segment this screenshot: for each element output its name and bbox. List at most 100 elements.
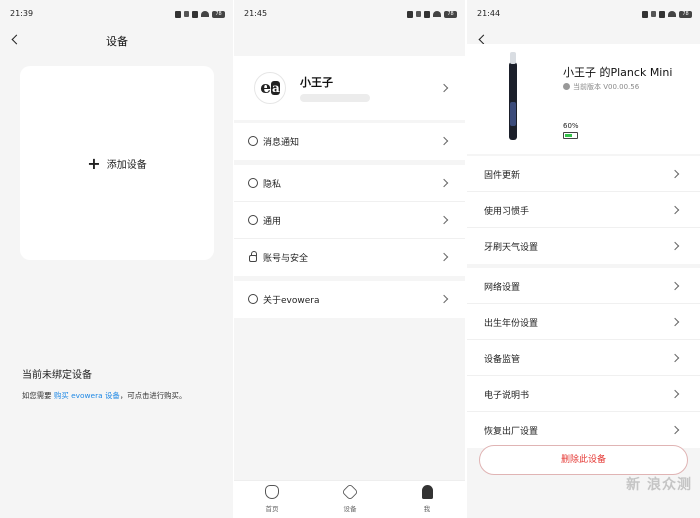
device-hex-icon (341, 483, 359, 501)
menu-item-label: 固件更新 (484, 171, 521, 181)
chevron-right-icon (439, 178, 449, 188)
chevron-right-icon (670, 425, 680, 435)
tooth-icon (265, 485, 279, 499)
back-button[interactable] (9, 32, 25, 48)
menu-item-firmware-update[interactable]: 固件更新 (467, 156, 700, 192)
menu-item-label: 电子说明书 (484, 391, 530, 401)
nfc-icon (407, 10, 413, 18)
tab-me[interactable]: 我 (407, 485, 447, 513)
battery-icon: 78 (444, 10, 457, 18)
chevron-right-icon (439, 136, 449, 146)
avatar: ea (254, 72, 286, 104)
status-time: 21:45 (244, 9, 268, 18)
tab-label: 设备 (343, 505, 357, 513)
unbound-title: 当前未绑定设备 (22, 370, 92, 381)
device-settings-screen: 21:44 78 小王子 的Planck Mini 当前版本 V00.00.56… (467, 0, 700, 518)
menu-item-general[interactable]: 通用 (234, 202, 465, 239)
purchase-link[interactable]: 购买 evowera 设备 (54, 391, 120, 400)
status-bar: 21:45 78 (244, 8, 457, 22)
device-battery-icon (563, 132, 578, 139)
menu-group-settings: 隐私 通用 账号与安全 (234, 165, 465, 276)
menu-item-label: 牙刷天气设置 (484, 243, 539, 253)
menu-item-label: 隐私 (263, 180, 282, 190)
menu-item-label: 账号与安全 (263, 254, 309, 264)
avatar-letter-a: a (271, 81, 280, 95)
status-icons: 78 (407, 8, 457, 20)
lock-icon (249, 251, 257, 262)
tab-home[interactable]: 首页 (252, 485, 292, 513)
menu-group-device: 固件更新 使用习惯手 牙刷天气设置 (467, 156, 700, 264)
menu-item-manual[interactable]: 电子说明书 (467, 376, 700, 412)
menu-item-usage-habit[interactable]: 使用习惯手 (467, 192, 700, 228)
chevron-right-icon (670, 389, 680, 399)
menu-item-device-supervision[interactable]: 设备监管 (467, 340, 700, 376)
message-icon (248, 136, 258, 146)
sim-icon (192, 10, 198, 18)
chevron-right-icon (670, 317, 680, 327)
wifi-icon (433, 11, 441, 17)
general-icon (248, 215, 258, 225)
profile-subtitle-blurred (300, 94, 370, 102)
device-name: 小王子 的Planck Mini (563, 66, 673, 79)
network-speed-icon (184, 11, 189, 17)
eye-icon (248, 178, 258, 188)
status-icons: 78 (642, 8, 692, 20)
battery-fill (565, 134, 572, 137)
chevron-right-icon (670, 353, 680, 363)
menu-item-label: 关于evowera (263, 296, 320, 306)
tab-label: 首页 (265, 505, 279, 513)
menu-item-about[interactable]: 关于evowera (234, 281, 465, 318)
person-icon (421, 485, 433, 499)
bottom-tab-bar: 首页 设备 我 (234, 480, 465, 518)
watermark: 新 浪众测 (626, 477, 692, 493)
sim-icon (659, 10, 665, 18)
status-bar: 21:44 78 (477, 8, 692, 22)
chevron-right-icon (439, 252, 449, 262)
menu-item-network-settings[interactable]: 网络设置 (467, 268, 700, 304)
menu-group-about: 关于evowera (234, 281, 465, 318)
status-bar: 21:39 78 (10, 8, 225, 22)
status-time: 21:44 (477, 9, 501, 18)
info-icon (248, 294, 258, 304)
chevron-right-icon (439, 83, 449, 93)
nfc-icon (642, 10, 648, 18)
delete-device-button[interactable]: 删除此设备 (479, 445, 688, 475)
profile-name: 小王子 (300, 76, 333, 89)
menu-item-privacy[interactable]: 隐私 (234, 165, 465, 202)
chevron-right-icon (670, 241, 680, 251)
wifi-icon (201, 11, 209, 17)
menu-item-label: 网络设置 (484, 283, 521, 293)
wifi-icon (668, 11, 676, 17)
menu-item-label: 设备监管 (484, 355, 521, 365)
firmware-version: 当前版本 V00.00.56 (563, 82, 639, 92)
chevron-right-icon (670, 169, 680, 179)
plus-icon: + (87, 153, 101, 173)
nfc-icon (175, 10, 181, 18)
menu-item-birth-year[interactable]: 出生年份设置 (467, 304, 700, 340)
menu-item-weather-settings[interactable]: 牙刷天气设置 (467, 228, 700, 264)
chevron-right-icon (670, 281, 680, 291)
battery-icon: 78 (679, 10, 692, 18)
version-text: 当前版本 V00.00.56 (573, 83, 640, 91)
menu-group-notifications: 消息通知 (234, 123, 465, 160)
battery-percent: 60% (563, 122, 579, 130)
toothbrush-image (509, 52, 517, 140)
menu-item-label: 恢复出厂设置 (484, 427, 539, 437)
status-icons: 78 (175, 8, 225, 20)
profile-screen: 21:45 78 ea 小王子 消息通知 隐私 通用 账号与安全 关于evowe… (234, 0, 465, 518)
menu-item-label: 使用习惯手 (484, 207, 530, 217)
add-device-card[interactable]: + 添加设备 (20, 66, 214, 260)
profile-card[interactable]: ea 小王子 (234, 56, 465, 120)
menu-item-notifications[interactable]: 消息通知 (234, 123, 465, 160)
tab-device[interactable]: 设备 (330, 483, 370, 513)
hint-suffix: ，可点击进行购买。 (119, 391, 187, 400)
status-time: 21:39 (10, 9, 34, 18)
menu-item-label: 消息通知 (263, 138, 300, 148)
no-device-screen: 21:39 78 设备 + 添加设备 当前未绑定设备 如您需要 购买 evowe… (0, 0, 233, 518)
sim-icon (424, 10, 430, 18)
tab-label: 我 (423, 505, 431, 513)
menu-item-account-security[interactable]: 账号与安全 (234, 239, 465, 276)
menu-item-factory-reset[interactable]: 恢复出厂设置 (467, 412, 700, 448)
chevron-right-icon (439, 294, 449, 304)
avatar-letter-e: e (260, 78, 271, 98)
